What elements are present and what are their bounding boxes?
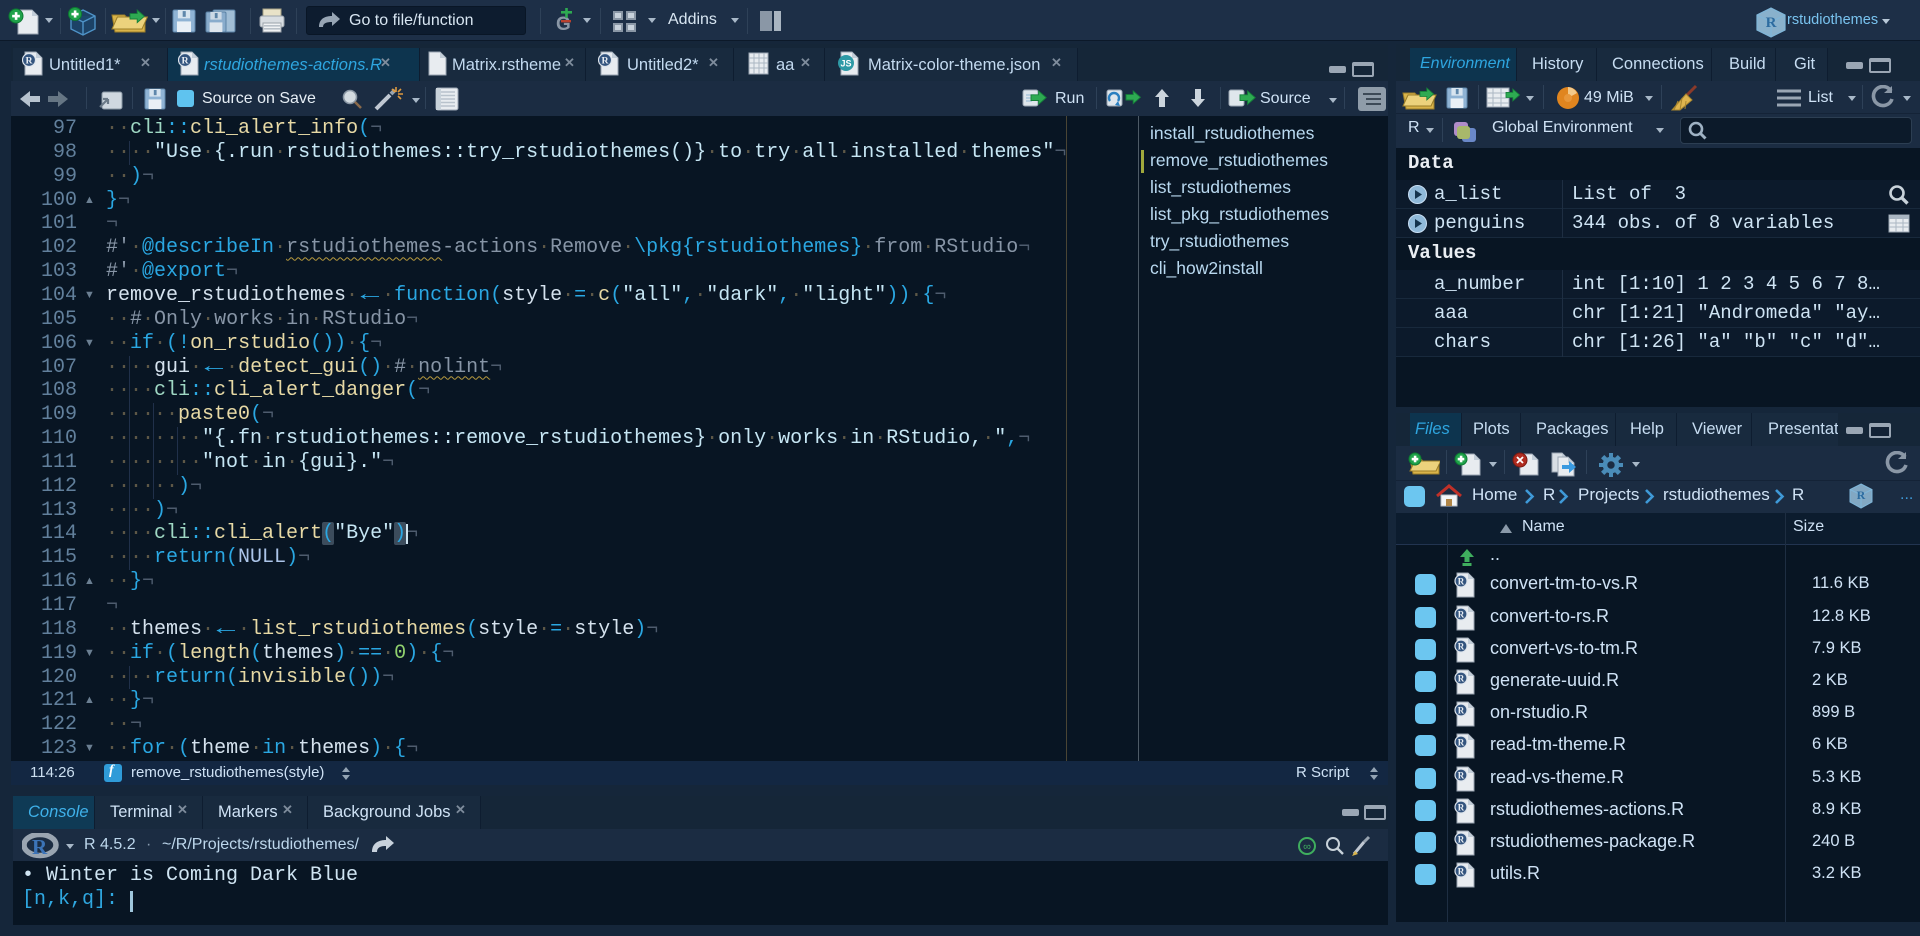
svg-text:JS: JS xyxy=(840,59,851,69)
svg-text:R: R xyxy=(1458,705,1465,715)
svg-text:R: R xyxy=(1458,673,1465,683)
svg-text:R: R xyxy=(601,56,609,67)
svg-text:R: R xyxy=(25,56,33,67)
svg-text:R: R xyxy=(1766,15,1777,31)
svg-text:R: R xyxy=(1458,576,1465,586)
svg-text:R: R xyxy=(1458,641,1465,651)
svg-text:R: R xyxy=(1857,488,1866,502)
svg-text:R: R xyxy=(1458,770,1465,780)
svg-text:R: R xyxy=(1458,737,1465,747)
svg-text:∞: ∞ xyxy=(1303,841,1311,853)
svg-text:R: R xyxy=(1458,866,1465,876)
svg-text:R: R xyxy=(1458,609,1465,619)
svg-text:R: R xyxy=(181,56,189,67)
svg-text:R: R xyxy=(1458,802,1465,812)
svg-text:R: R xyxy=(32,835,48,859)
svg-text:R: R xyxy=(1458,834,1465,844)
svg-text:G: G xyxy=(556,14,571,34)
